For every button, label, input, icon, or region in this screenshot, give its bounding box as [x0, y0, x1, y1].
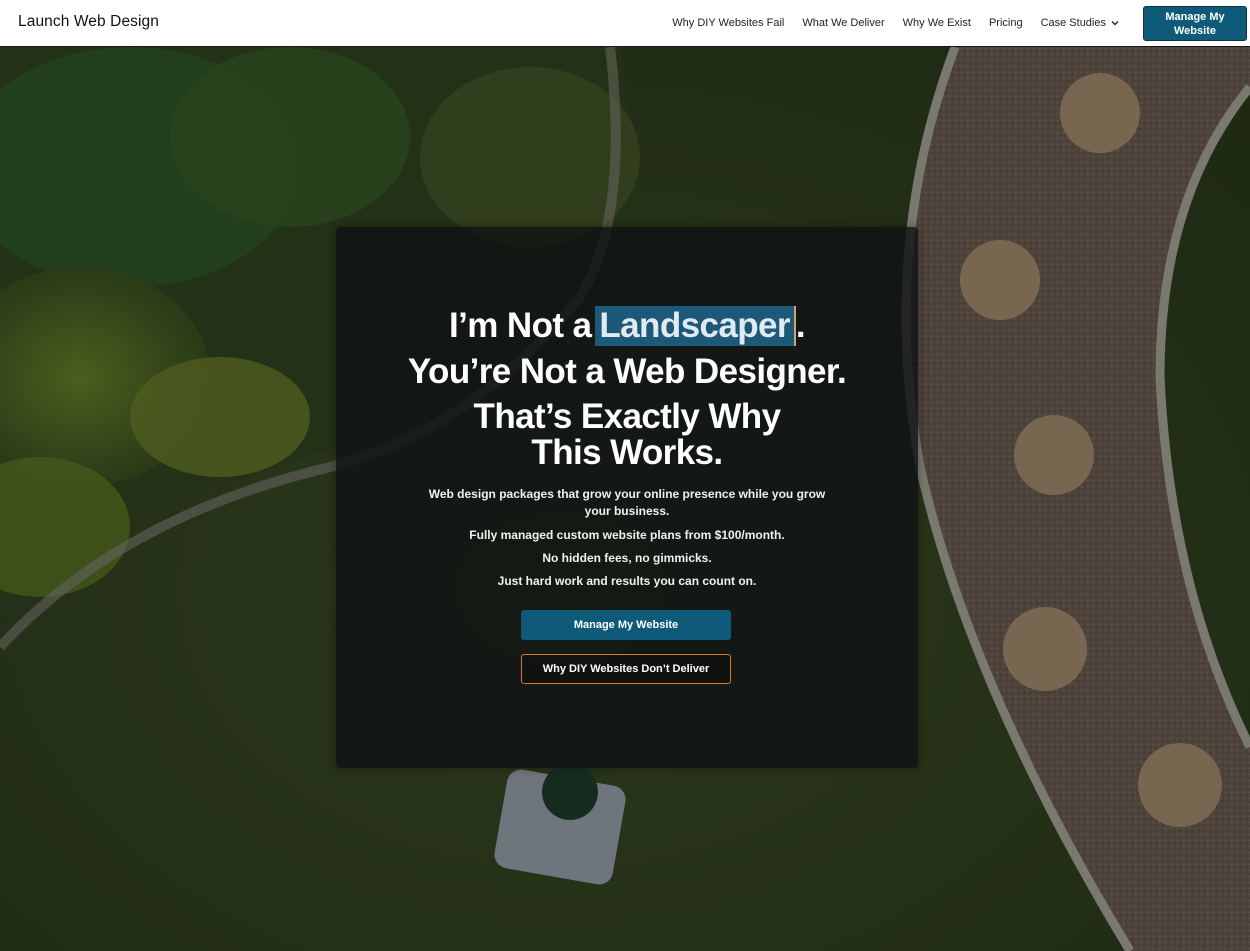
why-diy-button[interactable]: Why DIY Websites Don’t Deliver: [521, 654, 731, 684]
nav-what-we-deliver[interactable]: What We Deliver: [802, 17, 884, 29]
main-nav: Why DIY Websites Fail What We Deliver Wh…: [672, 0, 1120, 46]
hero-subtext-3: No hidden fees, no gimmicks.: [542, 551, 712, 565]
headline-line3a: That’s Exactly Why: [473, 397, 781, 436]
hero-subtext-4: Just hard work and results you can count…: [497, 574, 757, 588]
nav-why-diy-websites-fail[interactable]: Why DIY Websites Fail: [672, 17, 784, 29]
hero-subtext-2: Fully managed custom website plans from …: [469, 528, 785, 542]
chevron-down-icon: [1111, 21, 1119, 26]
nav-case-studies[interactable]: Case Studies: [1041, 17, 1120, 29]
header-manage-website-button[interactable]: Manage My Website: [1143, 6, 1247, 41]
hero-card: I’m Not a Landscaper. You’re Not a Web De…: [336, 227, 918, 768]
nav-pricing[interactable]: Pricing: [989, 17, 1023, 29]
site-logo[interactable]: Launch Web Design: [18, 13, 159, 31]
hero-headline-line3: That’s Exactly Why This Works.: [336, 399, 918, 471]
headline-suffix: .: [795, 306, 806, 345]
hero-headline-line1: I’m Not a Landscaper.: [336, 305, 918, 347]
headline-line3b: This Works.: [531, 433, 723, 472]
nav-case-studies-label: Case Studies: [1040, 17, 1106, 29]
manage-website-button[interactable]: Manage My Website: [521, 610, 731, 640]
site-header: Launch Web Design Why DIY Websites Fail …: [0, 0, 1250, 47]
hero-subtext-1: Web design packages that grow your onlin…: [428, 487, 826, 518]
headline-prefix: I’m Not a: [449, 306, 592, 345]
headline-highlight-word: Landscaper: [595, 306, 796, 346]
hero-headline-line2: You’re Not a Web Designer.: [407, 352, 847, 391]
nav-why-we-exist[interactable]: Why We Exist: [903, 17, 971, 29]
